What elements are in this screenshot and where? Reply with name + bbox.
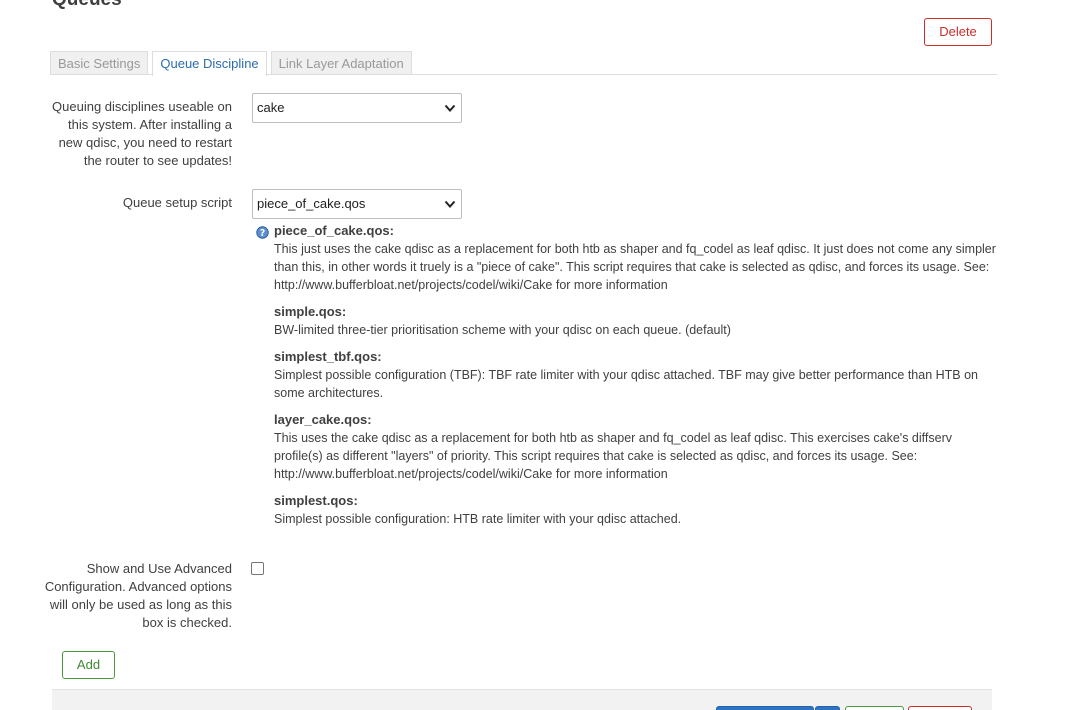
advanced-config-label: Show and Use Advanced Configuration. Adv… xyxy=(44,561,232,630)
save-apply-button[interactable] xyxy=(716,706,814,710)
help-item-title: layer_cake.qos: xyxy=(274,412,372,427)
help-item: simplest_tbf.qos: Simplest possible conf… xyxy=(274,348,996,402)
save-apply-dropdown-button[interactable] xyxy=(815,706,840,710)
reset-button[interactable] xyxy=(908,706,972,710)
tab-link-layer-adaptation[interactable]: Link Layer Adaptation xyxy=(270,51,412,75)
advanced-config-checkbox[interactable] xyxy=(251,562,264,575)
svg-text:?: ? xyxy=(260,228,265,239)
help-item-description: This just uses the cake qdisc as a repla… xyxy=(274,242,996,292)
help-item: piece_of_cake.qos: This just uses the ca… xyxy=(274,222,996,294)
help-item-title: simplest.qos: xyxy=(274,493,358,508)
qdisc-label: Queuing disciplines useable on this syst… xyxy=(52,99,232,168)
save-button[interactable] xyxy=(845,706,904,710)
script-help: ? piece_of_cake.qos: This just uses the … xyxy=(256,222,996,537)
add-button[interactable]: Add xyxy=(62,651,115,679)
chevron-down-icon xyxy=(444,104,456,112)
delete-button[interactable]: Delete xyxy=(924,18,992,46)
qdisc-select[interactable]: cake xyxy=(252,93,462,123)
help-icon: ? xyxy=(256,226,269,239)
help-item-description: BW-limited three-tier prioritisation sch… xyxy=(274,323,731,337)
tab-queue-discipline[interactable]: Queue Discipline xyxy=(152,51,267,76)
section-title: Queues xyxy=(52,0,122,12)
help-item-description: This uses the cake qdisc as a replacemen… xyxy=(274,431,952,481)
tab-basic-settings[interactable]: Basic Settings xyxy=(50,51,149,75)
chevron-down-icon xyxy=(444,200,456,208)
help-item: simplest.qos: Simplest possible configur… xyxy=(274,492,996,528)
help-item: simple.qos: BW-limited three-tier priori… xyxy=(274,303,996,339)
help-item: layer_cake.qos: This uses the cake qdisc… xyxy=(274,411,996,483)
help-item-title: simplest_tbf.qos: xyxy=(274,349,382,364)
script-label: Queue setup script xyxy=(122,195,232,210)
help-item-title: simple.qos: xyxy=(274,304,347,319)
qos-queues-page: Queues Delete Basic Settings Queue Disci… xyxy=(0,0,1083,710)
script-select[interactable]: piece_of_cake.qos xyxy=(252,189,462,219)
help-item-title: piece_of_cake.qos: xyxy=(274,223,394,238)
help-item-description: Simplest possible configuration (TBF): T… xyxy=(274,368,978,400)
qdisc-select-value: cake xyxy=(257,100,285,115)
help-item-description: Simplest possible configuration: HTB rat… xyxy=(274,512,682,526)
script-select-value: piece_of_cake.qos xyxy=(257,196,366,211)
tab-bar: Basic Settings Queue Discipline Link Lay… xyxy=(50,51,412,76)
